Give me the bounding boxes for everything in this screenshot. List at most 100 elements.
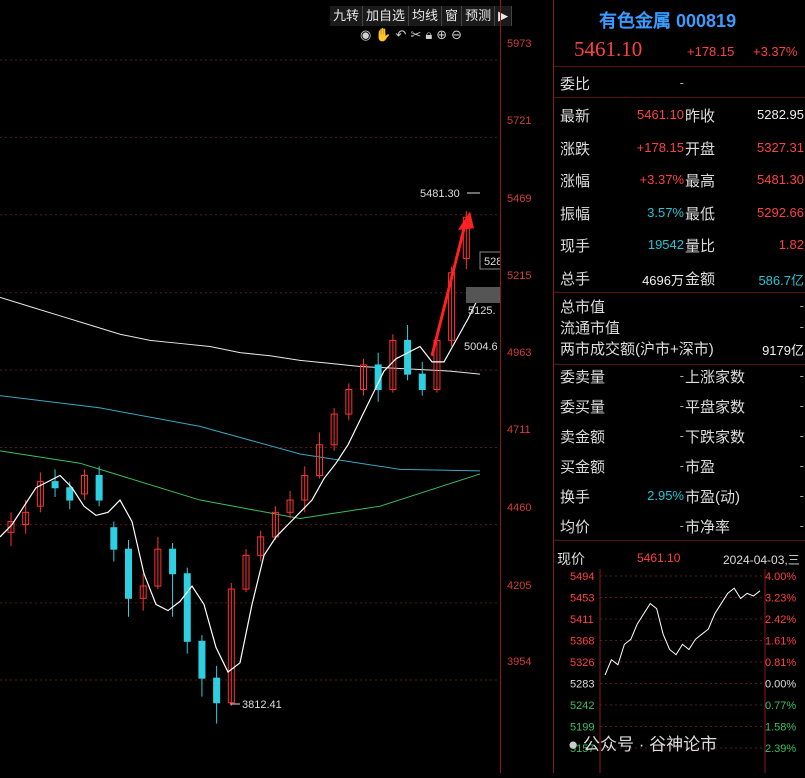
price-tick: 4460 xyxy=(507,502,532,514)
stock-code: 000819 xyxy=(676,11,737,31)
toolbar-ma[interactable]: 均线 xyxy=(409,6,443,26)
breadth-label: 委卖量 xyxy=(560,369,606,386)
weibi-value: - xyxy=(679,75,684,90)
market-value: - xyxy=(799,319,804,334)
ma-label-c: 5004.6 xyxy=(464,341,498,353)
price-tick: 4205 xyxy=(507,580,532,592)
quote-value: 4696万 xyxy=(642,272,684,288)
quote-value: 5292.66 xyxy=(757,204,804,220)
mini-right-tick: 1.61% xyxy=(765,636,796,648)
market-value: 9179亿 xyxy=(762,343,804,358)
stock-title: 有色金属 000819 xyxy=(599,7,736,33)
breadth-value: - xyxy=(799,368,804,383)
breadth-label: 均价 xyxy=(560,519,591,536)
toolbar-jiuzhuan[interactable]: 九转 xyxy=(330,6,364,26)
quote-label: 量比 xyxy=(685,238,716,255)
scissors-icon[interactable]: ✂ xyxy=(410,27,421,45)
candle-body xyxy=(183,573,191,642)
quote-value: 1.82 xyxy=(778,237,804,252)
quote-value: 586.7亿 xyxy=(758,272,804,288)
quote-value: 5461.10 xyxy=(637,107,684,122)
mini-right-tick: 2.39% xyxy=(765,743,796,755)
toolbar-add-watchlist[interactable]: 加自选 xyxy=(363,6,410,26)
candle-body xyxy=(95,474,103,501)
breadth-value: - xyxy=(799,428,804,443)
breadth-value: - xyxy=(679,398,684,413)
zoom-in-icon[interactable]: ⊕ xyxy=(436,27,447,45)
quote-label: 昨收 xyxy=(685,108,716,125)
quote-label: 总手 xyxy=(560,270,591,288)
breadth-label: 换手 xyxy=(560,489,591,506)
hand-icon[interactable]: ✋ xyxy=(375,27,391,45)
toolbar-forecast[interactable]: 预测 xyxy=(462,6,496,26)
lock-icon[interactable]: 🔒︎ xyxy=(425,27,432,45)
quote-value: 3.57% xyxy=(647,204,684,220)
mini-right-tick: 4.00% xyxy=(765,571,796,583)
price-axis: 5973 5721 5469 5215 4963 4711 4460 4205 … xyxy=(500,0,553,773)
quote-label: 最低 xyxy=(685,205,716,223)
undo-icon[interactable]: ↶ xyxy=(396,27,407,45)
kline-chart[interactable]: 5481.30 3812.41 528 5125. 5004.6 xyxy=(0,0,503,773)
candle-body xyxy=(110,527,118,550)
mini-right-tick: 2.42% xyxy=(765,614,796,626)
ma-cyan-line xyxy=(0,395,481,472)
candle-body xyxy=(213,677,221,704)
breadth-value: 2.95% xyxy=(647,488,684,503)
quote-value: 5481.30 xyxy=(757,172,804,187)
candle-body xyxy=(125,548,132,599)
breadth-label: 卖金额 xyxy=(560,429,606,446)
quote-label: 涨跌 xyxy=(560,140,591,158)
quote-label: 振幅 xyxy=(560,205,591,223)
mini-label: 现价 xyxy=(557,551,585,567)
toolbar-window[interactable]: 窗 xyxy=(442,6,463,26)
mini-right-tick: 0.77% xyxy=(765,700,796,712)
candle-body xyxy=(374,364,382,390)
breadth-value: - xyxy=(799,398,804,413)
quote-label: 现手 xyxy=(560,238,591,255)
breadth-value: - xyxy=(799,488,804,503)
mini-right-tick: 0.00% xyxy=(765,679,796,691)
price-tick: 4963 xyxy=(507,347,532,359)
mini-left-tick: 5453 xyxy=(570,593,594,605)
ma-label-box xyxy=(466,287,502,303)
quote-label: 金额 xyxy=(685,270,716,288)
mini-left-tick: 5411 xyxy=(570,614,594,626)
mini-left-tick: 5326 xyxy=(570,657,594,669)
breadth-value: - xyxy=(799,518,804,533)
market-label: 总市值 xyxy=(560,299,606,316)
ma-label-a: 528 xyxy=(484,256,500,268)
ma-label-b: 5125. xyxy=(468,305,496,317)
candle-body xyxy=(418,373,426,390)
stock-change: +178.15 xyxy=(687,44,735,59)
breadth-value: - xyxy=(799,458,804,473)
mini-right-tick: 1.58% xyxy=(765,722,796,734)
breadth-label: 平盘家数 xyxy=(685,399,746,416)
market-label: 两市成交额(沪市+深市) xyxy=(560,341,714,358)
mini-left-tick: 5494 xyxy=(570,571,594,583)
stock-pct: +3.37% xyxy=(753,44,798,59)
ma-green-line xyxy=(0,450,481,519)
eye-icon[interactable]: ◉ xyxy=(360,27,371,45)
watermark: ● 公众号 · 谷神论市 xyxy=(568,730,717,755)
mini-left-tick: 5283 xyxy=(570,679,594,691)
candle-body xyxy=(198,640,206,679)
high-label: 5481.30 xyxy=(420,188,460,200)
stock-name: 有色金属 xyxy=(599,11,671,31)
breadth-label: 上涨家数 xyxy=(685,369,746,386)
wechat-icon: ● xyxy=(568,735,579,754)
zoom-out-icon[interactable]: ⊖ xyxy=(451,27,462,45)
quote-value: +3.37% xyxy=(639,172,684,187)
price-tick: 5721 xyxy=(507,115,532,127)
mini-right-tick: 3.23% xyxy=(765,593,796,605)
stock-price: 5461.10 xyxy=(574,37,643,61)
breadth-label: 市净率 xyxy=(685,519,731,536)
quote-value: 5282.95 xyxy=(757,107,804,122)
quote-label: 涨幅 xyxy=(560,173,591,190)
quote-value: +178.15 xyxy=(636,139,684,155)
breadth-label: 买金额 xyxy=(560,459,606,476)
mini-date: 2024-04-03,三 xyxy=(723,553,800,567)
quote-label: 最新 xyxy=(560,108,591,125)
market-value: - xyxy=(799,298,804,313)
price-tick: 5469 xyxy=(507,193,532,205)
chart-toolbar: 九转 加自选 均线 窗 预测 ▶ xyxy=(330,6,513,26)
